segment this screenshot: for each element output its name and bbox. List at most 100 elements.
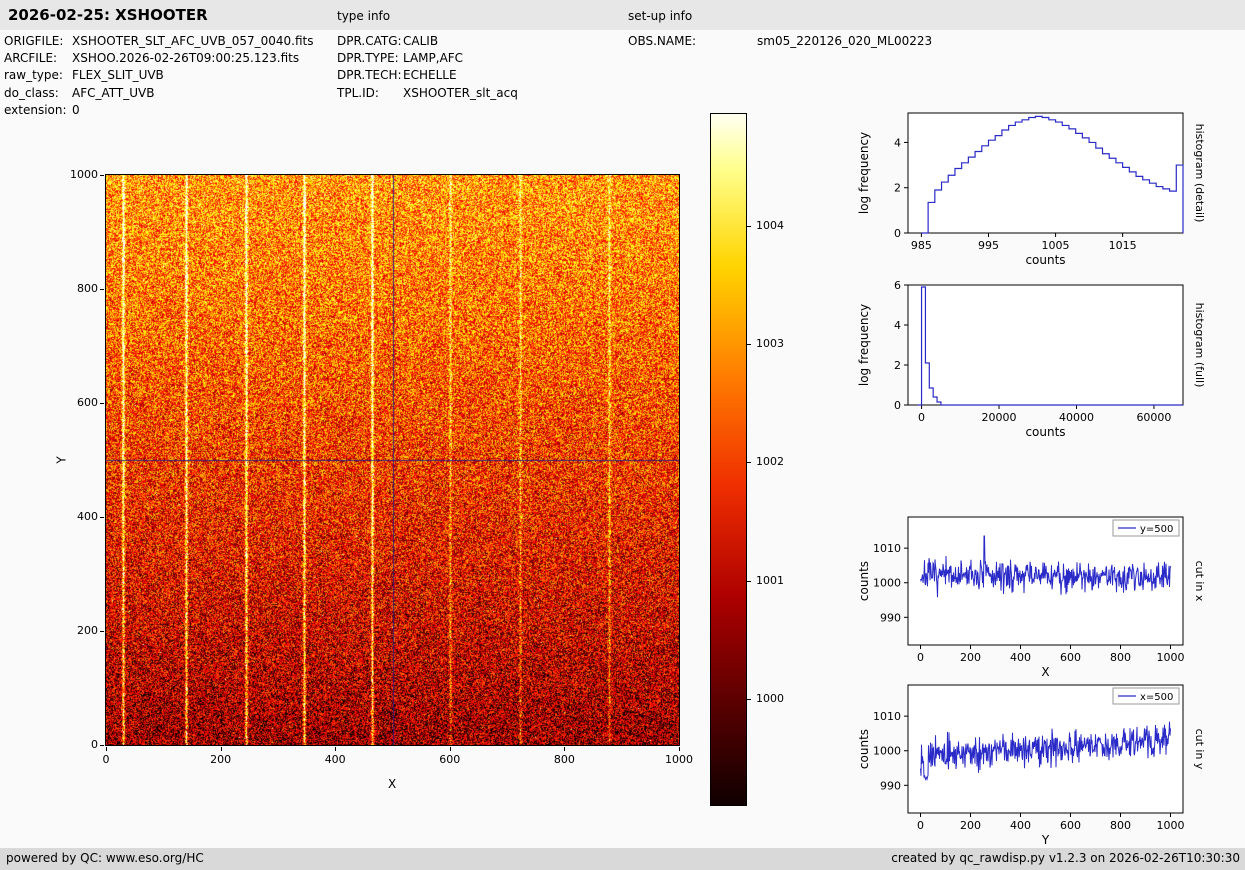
- x-tick: [564, 747, 565, 751]
- side-label: histogram (detail): [1193, 124, 1206, 223]
- plot-area: [908, 285, 1183, 405]
- y-tick-label: 2: [894, 359, 901, 372]
- y-tick-label: 0: [64, 738, 98, 751]
- x-tick-label: 400: [1010, 651, 1031, 664]
- meta-value: CALIB: [403, 34, 438, 48]
- footer-qc-link: powered by QC: www.eso.org/HC: [6, 851, 204, 865]
- y-tick: [100, 289, 104, 290]
- meta-label: TPL.ID:: [337, 86, 379, 100]
- x-axis-label: counts: [1025, 425, 1065, 439]
- meta-value: XSHOOTER_slt_acq: [403, 86, 518, 100]
- x-tick-label: 0: [917, 651, 924, 664]
- meta-label: OBS.NAME:: [628, 34, 696, 48]
- x-axis-label: Y: [1041, 833, 1050, 847]
- legend-label: y=500: [1140, 524, 1173, 535]
- x-tick-label: 600: [1060, 651, 1081, 664]
- y-tick-label: 2: [894, 182, 901, 195]
- y-tick-label: 0: [894, 399, 901, 412]
- meta-value: XSHOOTER_SLT_AFC_UVB_057_0040.fits: [72, 34, 313, 48]
- y-tick: [100, 403, 104, 404]
- x-tick-label: 600: [439, 753, 460, 766]
- colorbar-tick: [747, 344, 751, 345]
- meta-value: FLEX_SLIT_UVB: [72, 68, 164, 82]
- y-axis-label: counts: [857, 729, 871, 769]
- x-tick-label: 0: [918, 411, 925, 424]
- x-tick: [450, 747, 451, 751]
- x-tick: [106, 747, 107, 751]
- colorbar-tick-label: 1002: [756, 455, 784, 468]
- x-tick: [679, 747, 680, 751]
- y-axis-label: log frequency: [857, 304, 871, 386]
- x-axis-label: counts: [1025, 253, 1065, 267]
- x-tick-label: 0: [103, 753, 110, 766]
- histogram-detail-chart: 98599510051015024countslog frequencyhist…: [840, 100, 1245, 280]
- y-tick-label: 800: [64, 282, 98, 295]
- y-tick-label: 1000: [873, 745, 901, 758]
- y-axis-label: log frequency: [857, 132, 871, 214]
- y-tick-label: 6: [894, 279, 901, 292]
- histogram-full-chart: 02000040000600000246countslog frequencyh…: [840, 272, 1245, 452]
- x-tick-label: 200: [960, 819, 981, 832]
- colorbar: [710, 113, 747, 806]
- x-tick-label: 800: [554, 753, 575, 766]
- y-tick-label: 1000: [64, 168, 98, 181]
- meta-label: DPR.CATG:: [337, 34, 402, 48]
- y-tick-label: 1010: [873, 542, 901, 555]
- meta-label: DPR.TECH:: [337, 68, 402, 82]
- colorbar-tick-label: 1003: [756, 337, 784, 350]
- side-label: cut in y: [1193, 729, 1206, 770]
- meta-value: 0: [72, 103, 80, 117]
- y-tick-label: 1010: [873, 710, 901, 723]
- y-tick-label: 990: [880, 779, 901, 792]
- footer-bar: powered by QC: www.eso.org/HC created by…: [0, 848, 1245, 870]
- x-axis-label: X: [388, 777, 396, 791]
- y-tick-label: 400: [64, 510, 98, 523]
- y-tick: [100, 175, 104, 176]
- y-tick-label: 4: [894, 136, 901, 149]
- colorbar-tick: [747, 581, 751, 582]
- x-tick-label: 1000: [1157, 819, 1185, 832]
- x-tick-label: 20000: [982, 411, 1017, 424]
- raw-image-plot: [105, 174, 680, 746]
- meta-label: extension:: [4, 103, 67, 117]
- x-tick-label: 800: [1110, 819, 1131, 832]
- x-tick: [221, 747, 222, 751]
- colorbar-tick-label: 1000: [756, 692, 784, 705]
- footer-created-by: created by qc_rawdisp.py v1.2.3 on 2026-…: [891, 851, 1240, 865]
- colorbar-tick-label: 1001: [756, 574, 784, 587]
- x-tick-label: 40000: [1059, 411, 1094, 424]
- y-tick-label: 200: [64, 624, 98, 637]
- meta-value: AFC_ATT_UVB: [72, 86, 154, 100]
- x-tick-label: 60000: [1136, 411, 1171, 424]
- colorbar-tick-label: 1004: [756, 219, 784, 232]
- y-tick-label: 990: [880, 611, 901, 624]
- type-info-heading: type info: [337, 9, 390, 23]
- meta-value: LAMP,AFC: [403, 51, 463, 65]
- y-axis-label: counts: [857, 561, 871, 601]
- meta-value: XSHOO.2026-02-26T09:00:25.123.fits: [72, 51, 299, 65]
- meta-label: ARCFILE:: [4, 51, 57, 65]
- colorbar-tick: [747, 226, 751, 227]
- x-tick-label: 1005: [1042, 239, 1070, 252]
- x-tick-label: 0: [917, 819, 924, 832]
- x-tick-label: 1015: [1109, 239, 1137, 252]
- meta-label: DPR.TYPE:: [337, 51, 399, 65]
- x-tick-label: 800: [1110, 651, 1131, 664]
- legend-label: x=500: [1140, 692, 1173, 703]
- meta-value: ECHELLE: [403, 68, 457, 82]
- y-tick-label: 1000: [873, 577, 901, 590]
- colorbar-tick: [747, 462, 751, 463]
- meta-value: sm05_220126_020_ML00223: [757, 34, 932, 48]
- x-tick-label: 200: [960, 651, 981, 664]
- y-tick-label: 4: [894, 319, 901, 332]
- side-label: cut in x: [1193, 561, 1206, 602]
- x-tick: [335, 747, 336, 751]
- cut-in-x-chart: 0200400600800100099010001010Xcountscut i…: [840, 504, 1245, 689]
- raw-image-canvas: [106, 175, 679, 745]
- cut-in-y-chart: 0200400600800100099010001010Ycountscut i…: [840, 672, 1245, 857]
- y-tick: [100, 745, 104, 746]
- y-axis-label: Y: [55, 456, 69, 463]
- y-tick-label: 600: [64, 396, 98, 409]
- y-tick-label: 0: [894, 227, 901, 240]
- plot-area: [908, 113, 1183, 233]
